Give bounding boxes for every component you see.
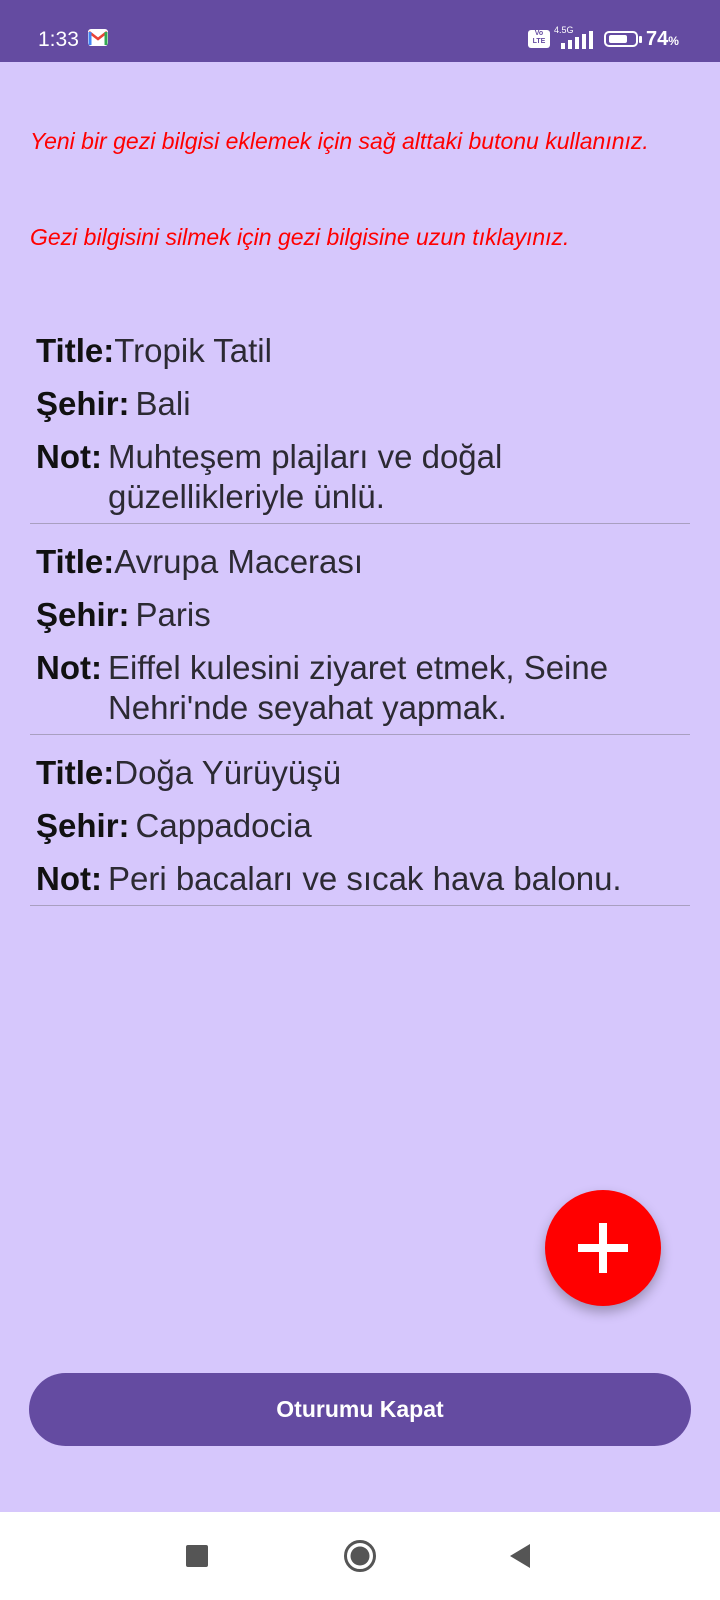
battery-tip — [639, 36, 642, 43]
delete-hint-text: Gezi bilgisini silmek için gezi bilgisin… — [30, 224, 570, 250]
battery-fill — [609, 35, 627, 43]
home-circle-icon[interactable] — [343, 1539, 377, 1573]
trip-note: Eiffel kulesini ziyaret etmek, Seine Neh… — [107, 649, 609, 726]
title-label: Title: — [36, 754, 115, 791]
back-triangle-icon[interactable] — [508, 1542, 532, 1570]
trip-item[interactable]: Title: Tropik Tatil Şehir: Bali Not: Muh… — [30, 328, 690, 524]
trip-title: Doğa Yürüyüşü — [114, 754, 342, 791]
add-hint-text: Yeni bir gezi bilgisi eklemek için sağ a… — [30, 128, 649, 154]
city-label: Şehir: — [36, 385, 130, 422]
plus-icon — [578, 1223, 628, 1273]
trip-note-row: Not: Muhteşem plajları ve doğal güzellik… — [36, 437, 684, 517]
note-label: Not: — [36, 649, 102, 686]
trip-city: Bali — [135, 385, 191, 422]
note-label: Not: — [36, 860, 102, 897]
city-label: Şehir: — [36, 596, 130, 633]
trip-title-row: Title: Avrupa Macerası — [36, 542, 684, 582]
status-bar: 1:33 Vo LTE 4.5G 74% — [0, 0, 720, 62]
trip-city: Paris — [135, 596, 211, 633]
trip-city: Cappadocia — [135, 807, 312, 844]
trip-title: Tropik Tatil — [114, 332, 272, 369]
title-label: Title: — [36, 332, 115, 369]
navigation-bar — [0, 1512, 720, 1600]
battery-icon — [604, 31, 638, 47]
battery-percent: 74% — [646, 28, 679, 50]
trip-title-row: Title: Tropik Tatil — [36, 331, 684, 371]
trip-note: Peri bacaları ve sıcak hava balonu. — [107, 860, 622, 897]
trip-city-row: Şehir: Bali — [36, 384, 684, 424]
trip-note-row: Not: Peri bacaları ve sıcak hava balonu. — [36, 859, 684, 899]
signal-strength-icon — [561, 31, 593, 49]
gmail-icon — [88, 29, 108, 46]
trip-city-row: Şehir: Paris — [36, 595, 684, 635]
trip-city-row: Şehir: Cappadocia — [36, 806, 684, 846]
add-trip-button[interactable] — [545, 1190, 661, 1306]
trip-title-row: Title: Doğa Yürüyüşü — [36, 753, 684, 793]
trip-note: Muhteşem plajları ve doğal güzellikleriy… — [107, 438, 503, 515]
trip-note-row: Not: Eiffel kulesini ziyaret etmek, Sein… — [36, 648, 684, 728]
trip-item[interactable]: Title: Doğa Yürüyüşü Şehir: Cappadocia N… — [30, 735, 690, 906]
title-label: Title: — [36, 543, 115, 580]
trip-list: Title: Tropik Tatil Şehir: Bali Not: Muh… — [30, 328, 690, 906]
recents-square-icon[interactable] — [186, 1545, 208, 1567]
trip-item[interactable]: Title: Avrupa Macerası Şehir: Paris Not:… — [30, 524, 690, 735]
city-label: Şehir: — [36, 807, 130, 844]
trip-title: Avrupa Macerası — [114, 543, 364, 580]
note-label: Not: — [36, 438, 102, 475]
status-time: 1:33 — [38, 28, 79, 51]
logout-button[interactable]: Oturumu Kapat — [29, 1373, 691, 1446]
volte-icon: Vo LTE — [528, 30, 550, 48]
